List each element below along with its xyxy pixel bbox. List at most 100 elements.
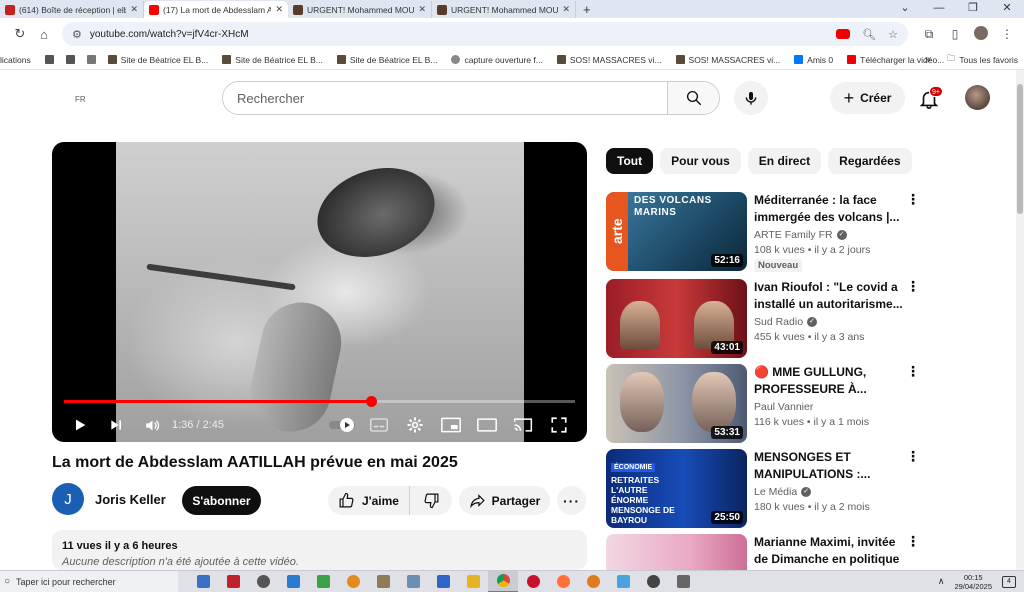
- settings-button[interactable]: [397, 411, 433, 439]
- miniplayer-button[interactable]: [433, 411, 469, 439]
- taskbar-app-icon[interactable]: [278, 571, 308, 592]
- sidepanel-icon[interactable]: ▯: [942, 27, 968, 41]
- voice-search-button[interactable]: [734, 81, 768, 115]
- create-button[interactable]: + Créer: [830, 82, 905, 114]
- video-thumbnail[interactable]: ÉCONOMIE RETRAITES L'AUTRE ÉNORME MENSON…: [606, 449, 747, 528]
- video-thumbnail[interactable]: 43:01: [606, 279, 747, 358]
- taskbar-app-icon[interactable]: [668, 571, 698, 592]
- zoom-icon[interactable]: 🔍︎: [862, 28, 876, 41]
- recommendation-title[interactable]: Marianne Maximi, invitée de Dimanche en …: [754, 534, 904, 568]
- menu-dots-icon[interactable]: ⋮: [994, 27, 1020, 41]
- opera-icon[interactable]: [518, 571, 548, 592]
- chip-tout[interactable]: Tout: [606, 148, 654, 174]
- chip-pour-vous[interactable]: Pour vous: [660, 148, 741, 174]
- channel-name[interactable]: Joris Keller: [95, 492, 166, 507]
- bookmark-item[interactable]: SOS! MASSACRES vi...: [556, 55, 662, 65]
- reload-icon[interactable]: ↻: [8, 26, 32, 42]
- account-avatar[interactable]: [965, 85, 990, 110]
- close-icon[interactable]: ✕: [130, 4, 138, 15]
- more-vert-icon[interactable]: ⋮: [906, 449, 920, 463]
- taskbar-search[interactable]: ○ Taper ici pour rechercher: [0, 570, 178, 592]
- fullscreen-button[interactable]: [541, 411, 577, 439]
- search-box[interactable]: [222, 81, 720, 115]
- browser-tab-youtube[interactable]: (17) La mort de Abdesslam AAT ✕: [144, 1, 288, 18]
- bookmark-item[interactable]: Site de Béatrice EL B...: [107, 55, 208, 65]
- bookmark-item[interactable]: Site de Béatrice EL B...: [336, 55, 437, 65]
- minimize-icon[interactable]: —: [922, 0, 956, 18]
- close-icon[interactable]: ✕: [562, 4, 570, 15]
- recommendation-channel[interactable]: Paul Vannier: [754, 401, 813, 413]
- play-button[interactable]: [62, 411, 98, 439]
- bookmark-apps[interactable]: lications: [0, 55, 31, 65]
- recommendation-title[interactable]: Ivan Rioufol : "Le covid a installé un a…: [754, 279, 904, 313]
- subtitles-button[interactable]: [361, 411, 397, 439]
- extensions-icon[interactable]: ⧉: [916, 27, 942, 42]
- theater-mode-button[interactable]: [469, 411, 505, 439]
- url-text[interactable]: youtube.com/watch?v=jfV4cr-XHcM: [90, 29, 830, 40]
- recommendation-item[interactable]: ÉCONOMIE RETRAITES L'AUTRE ÉNORME MENSON…: [606, 449, 1016, 529]
- bookmark-item[interactable]: Site de Béatrice EL B...: [222, 55, 323, 65]
- more-vert-icon[interactable]: ⋮: [906, 279, 920, 293]
- progress-bar[interactable]: [64, 396, 575, 407]
- search-button[interactable]: [667, 82, 719, 114]
- search-input[interactable]: [223, 82, 667, 114]
- close-window-icon[interactable]: ✕: [990, 0, 1024, 18]
- address-bar[interactable]: ⚙ youtube.com/watch?v=jfV4cr-XHcM 🔍︎ ☆: [62, 22, 908, 46]
- clock[interactable]: 00:15 29/04/2025: [954, 573, 992, 591]
- all-bookmarks[interactable]: Tous les favoris: [959, 55, 1018, 65]
- profile-icon[interactable]: [968, 25, 994, 43]
- taskbar-app-icon[interactable]: [338, 571, 368, 592]
- page-scrollbar[interactable]: [1016, 70, 1024, 570]
- dislike-button[interactable]: [410, 492, 452, 509]
- taskbar-app-icon[interactable]: [218, 571, 248, 592]
- youtube-extension-icon[interactable]: [836, 29, 851, 39]
- more-actions-button[interactable]: ···: [557, 486, 586, 515]
- recommendation-title[interactable]: MENSONGES ET MANIPULATIONS :...: [754, 449, 904, 483]
- firefox-icon[interactable]: [548, 571, 578, 592]
- restore-icon[interactable]: ❐: [956, 0, 990, 18]
- file-explorer-icon[interactable]: [458, 571, 488, 592]
- chip-en-direct[interactable]: En direct: [747, 148, 822, 174]
- bookmark-star-icon[interactable]: ☆: [888, 28, 898, 41]
- tab-search-icon[interactable]: ⌄: [888, 0, 922, 18]
- taskbar-app-icon[interactable]: [308, 571, 338, 592]
- taskbar-app-icon[interactable]: [188, 571, 218, 592]
- recommendation-channel[interactable]: ARTE Family FR ✓: [754, 229, 847, 241]
- recommendation-channel[interactable]: Sud Radio ✓: [754, 316, 818, 328]
- chip-regardees[interactable]: Regardées: [828, 148, 912, 174]
- more-vert-icon[interactable]: ⋮: [906, 534, 920, 548]
- close-icon[interactable]: ✕: [418, 4, 426, 15]
- chrome-icon[interactable]: [488, 570, 518, 592]
- channel-avatar[interactable]: J: [52, 483, 84, 515]
- bookmark-item[interactable]: capture ouverture f...: [451, 55, 543, 65]
- progress-scrubber[interactable]: [365, 396, 377, 407]
- autoplay-toggle[interactable]: [325, 411, 361, 439]
- close-icon[interactable]: ✕: [275, 4, 283, 15]
- description-box[interactable]: 11 vues il y a 6 heures Aucune descripti…: [52, 530, 587, 570]
- bookmark-item[interactable]: SOS! MASSACRES vi...: [675, 55, 780, 65]
- site-info-icon[interactable]: ⚙: [72, 28, 82, 41]
- next-button[interactable]: [98, 411, 134, 439]
- recommendation-item[interactable]: 53:31 🔴 MME GULLUNG, PROFESSEURE À... Pa…: [606, 364, 1016, 444]
- bookmark-icon[interactable]: [65, 55, 75, 64]
- more-vert-icon[interactable]: ⋮: [906, 192, 920, 206]
- new-tab-button[interactable]: +: [576, 1, 598, 18]
- video-player[interactable]: 1:36 / 2:45: [52, 142, 587, 442]
- home-icon[interactable]: ⌂: [32, 27, 56, 42]
- cast-button[interactable]: [505, 411, 541, 439]
- volume-button[interactable]: [134, 411, 170, 439]
- like-button[interactable]: J'aime: [328, 486, 410, 515]
- taskbar-app-icon[interactable]: [398, 571, 428, 592]
- video-thumbnail[interactable]: arte DES VOLCANS MARINS 52:16: [606, 192, 747, 271]
- scrollbar-thumb[interactable]: [1017, 84, 1023, 214]
- taskbar-app-icon[interactable]: [428, 571, 458, 592]
- recommendation-item[interactable]: 43:01 Ivan Rioufol : "Le covid a install…: [606, 279, 1016, 359]
- tray-overflow-icon[interactable]: ∧: [938, 576, 945, 587]
- taskbar-app-icon[interactable]: [608, 571, 638, 592]
- share-button[interactable]: Partager: [459, 486, 550, 515]
- taskbar-app-icon[interactable]: [638, 571, 668, 592]
- browser-tab-urgent-2[interactable]: URGENT! Mohammed MOULA ✕: [432, 1, 576, 18]
- recommendation-item[interactable]: arte DES VOLCANS MARINS 52:16 Méditerran…: [606, 192, 1016, 272]
- browser-tab-gmail[interactable]: (614) Boîte de réception | elbe ✕: [0, 1, 144, 18]
- bookmark-item[interactable]: Amis 0: [794, 55, 833, 65]
